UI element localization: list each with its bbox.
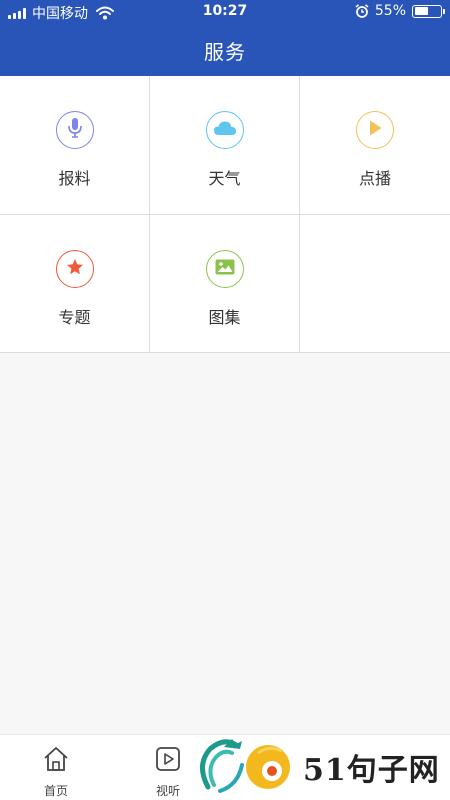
watermark: 51句子网 <box>198 734 450 800</box>
battery-icon <box>412 4 445 18</box>
service-label: 专题 <box>58 308 91 327</box>
service-item-report[interactable]: 报料 <box>0 76 150 214</box>
header-bar: 中国移动 10:27 55% 服务 <box>0 0 450 76</box>
service-label: 点播 <box>358 169 391 188</box>
page-title: 服务 <box>204 40 246 64</box>
star-icon <box>66 258 84 280</box>
service-label: 图集 <box>208 308 241 327</box>
battery-level-fill <box>414 7 429 15</box>
cloud-icon <box>213 120 237 140</box>
image-icon <box>215 259 235 279</box>
service-label: 天气 <box>208 169 241 188</box>
service-label: 报料 <box>58 169 91 188</box>
status-bar: 中国移动 10:27 55% <box>0 0 450 24</box>
play-icon <box>367 119 383 141</box>
service-item-vod[interactable]: 点播 <box>300 76 450 214</box>
weather-icon-circle <box>205 111 244 149</box>
alarm-icon <box>355 4 369 18</box>
service-item-weather[interactable]: 天气 <box>150 76 300 214</box>
battery-percent: 55% <box>374 3 406 19</box>
gallery-icon-circle <box>205 250 244 288</box>
watermark-text: 51句子网 <box>303 753 440 788</box>
tab-home[interactable]: 首页 <box>28 745 84 799</box>
tab-label: 视听 <box>155 784 180 798</box>
service-item-empty <box>300 214 450 352</box>
tab-video[interactable]: 视听 <box>140 745 196 799</box>
vod-icon-circle <box>356 111 394 149</box>
tab-label: 首页 <box>43 784 68 798</box>
service-grid: 报料 天气 点播 专题 图集 <box>0 76 450 353</box>
topics-icon-circle <box>55 250 94 288</box>
report-icon-circle <box>55 111 94 149</box>
home-icon <box>42 745 70 776</box>
microphone-icon <box>65 117 85 143</box>
service-item-gallery[interactable]: 图集 <box>150 214 300 352</box>
service-item-topics[interactable]: 专题 <box>0 214 150 352</box>
video-icon <box>154 745 182 776</box>
watermark-logo <box>198 735 293 799</box>
